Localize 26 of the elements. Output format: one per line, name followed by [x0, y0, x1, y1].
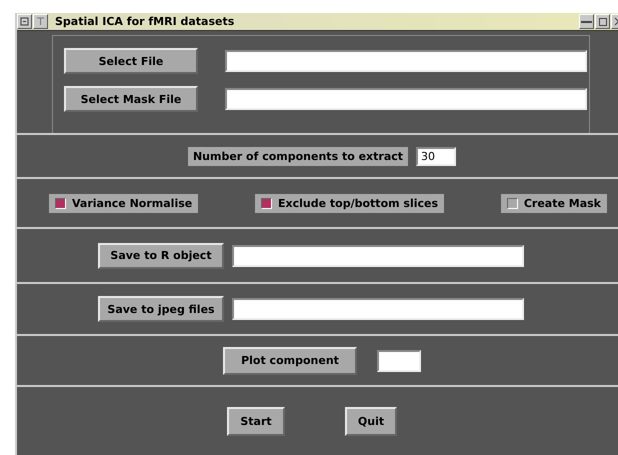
select-file-button[interactable]: Select Mask File: [64, 86, 198, 112]
window-title: Spatial ICA for fMRI datasets: [55, 15, 236, 28]
window-menu-button[interactable]: [17, 14, 32, 29]
minimize-button[interactable]: [579, 14, 594, 29]
minimize-icon: [581, 20, 592, 24]
save-button[interactable]: Save to R object: [98, 242, 224, 268]
maximize-icon: [598, 18, 606, 26]
quit-button[interactable]: Quit: [345, 406, 397, 436]
start-button[interactable]: Start: [227, 406, 285, 436]
components-label: Number of components to extract: [188, 146, 408, 166]
plot-component-button[interactable]: Plot component: [223, 346, 357, 374]
file-path-field[interactable]: [225, 50, 587, 72]
maximize-button[interactable]: [595, 14, 610, 29]
menu-icon: [20, 17, 29, 26]
save-path-field[interactable]: [232, 298, 524, 320]
shade-icon: [36, 17, 45, 26]
component-number-field[interactable]: [377, 350, 421, 372]
save-button[interactable]: Save to jpeg files: [98, 296, 224, 322]
window-shade-button[interactable]: [33, 14, 48, 29]
option-checkbox[interactable]: Exclude top/bottom slices: [255, 194, 444, 212]
save-path-field[interactable]: [232, 244, 524, 266]
option-checkbox[interactable]: Variance Normalise: [49, 194, 198, 212]
select-file-button[interactable]: Select File: [64, 48, 198, 74]
components-field[interactable]: 30: [416, 146, 456, 166]
option-checkbox[interactable]: Create Mask: [500, 194, 607, 212]
file-path-field[interactable]: [225, 88, 587, 110]
